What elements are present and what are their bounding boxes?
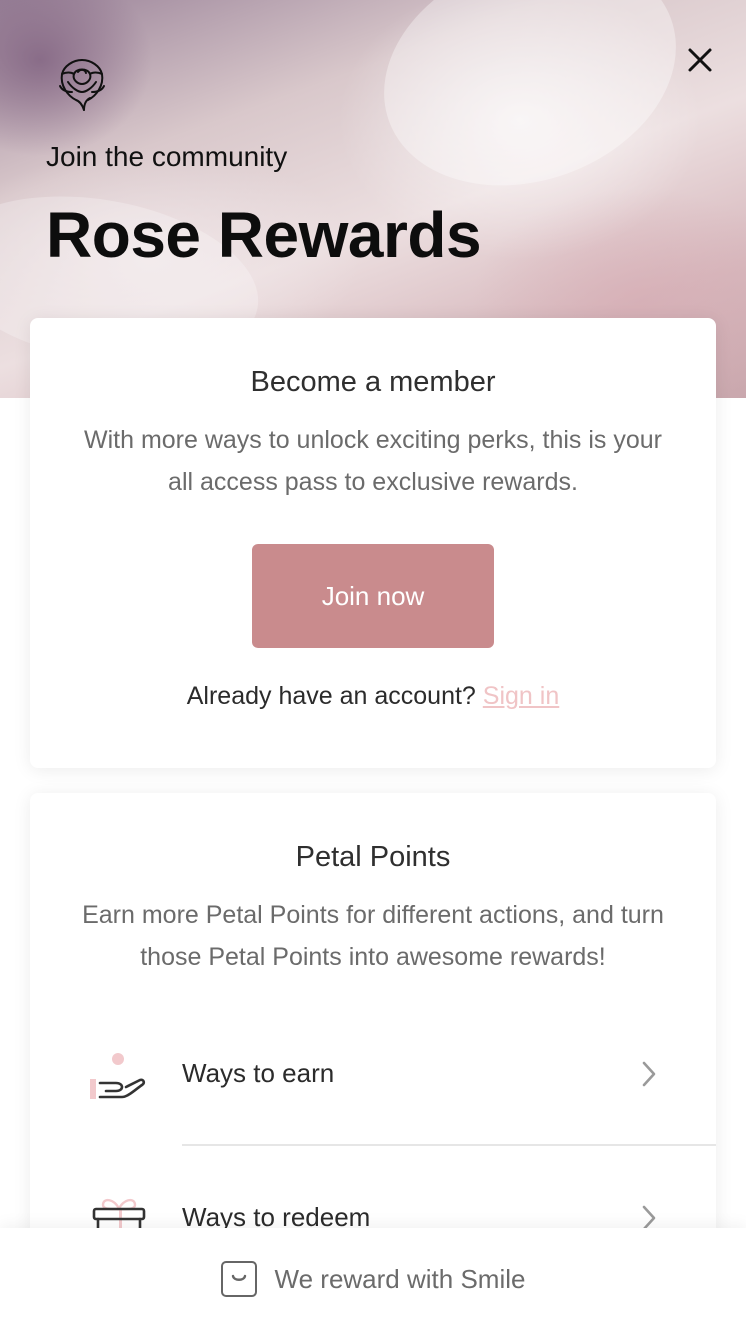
footer-text: We reward with Smile (274, 1263, 526, 1294)
member-card-description: With more ways to unlock exciting perks,… (84, 426, 662, 496)
points-card-description: Earn more Petal Points for different act… (82, 901, 664, 971)
close-icon[interactable] (684, 44, 716, 76)
hero-subtitle: Join the community (46, 141, 288, 172)
ways-to-earn-label: Ways to earn (182, 1058, 335, 1088)
join-now-button[interactable]: Join now (252, 544, 494, 648)
chevron-right-icon (642, 1061, 656, 1087)
row-divider (182, 1144, 716, 1146)
smile-logo-icon (220, 1261, 257, 1297)
member-card: Become a member With more ways to unlock… (30, 318, 716, 768)
rose-icon (59, 59, 105, 111)
signin-row: Already have an account? Sign in (30, 682, 716, 711)
signin-prompt: Already have an account? (186, 682, 476, 710)
member-card-title: Become a member (250, 366, 496, 398)
points-card-title: Petal Points (295, 841, 451, 873)
hero-petal-decoration (351, 0, 709, 225)
ways-to-earn-row[interactable]: Ways to earn (30, 1013, 716, 1133)
footer-bar[interactable]: We reward with Smile (0, 1228, 746, 1330)
hero-title: Rose Rewards (46, 199, 482, 271)
hand-coin-icon (90, 1053, 146, 1099)
sign-in-link[interactable]: Sign in (483, 682, 559, 710)
